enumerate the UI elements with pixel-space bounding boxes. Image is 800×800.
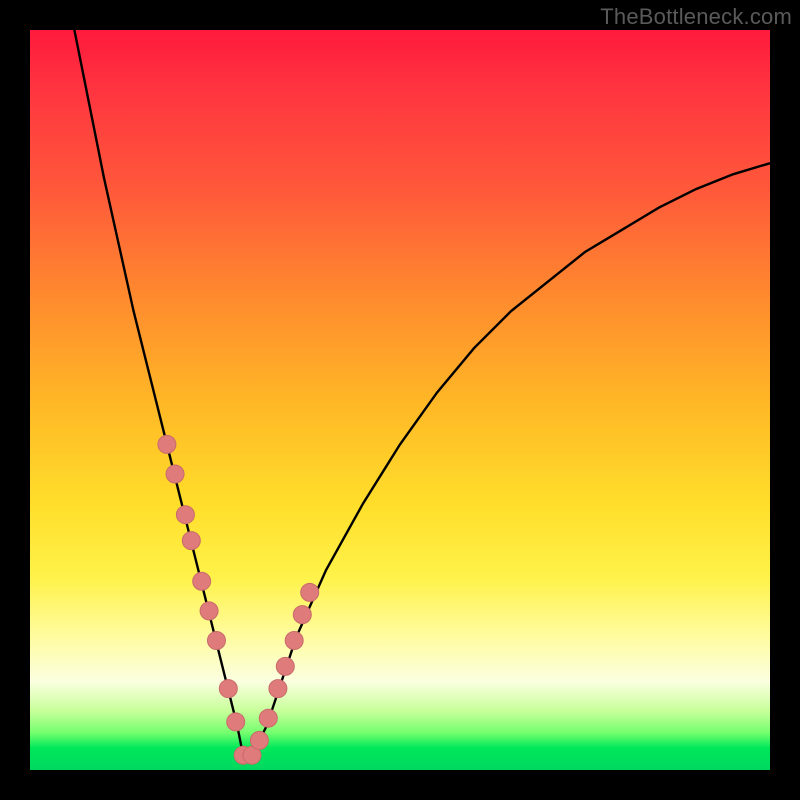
watermark-text: TheBottleneck.com [600, 4, 792, 30]
data-marker [227, 713, 245, 731]
data-marker [285, 632, 303, 650]
data-marker [293, 606, 311, 624]
data-marker [219, 680, 237, 698]
data-marker [200, 602, 218, 620]
data-marker [207, 632, 225, 650]
data-marker [259, 709, 277, 727]
plot-area [30, 30, 770, 770]
chart-frame: TheBottleneck.com [0, 0, 800, 800]
data-marker [269, 680, 287, 698]
data-marker [301, 583, 319, 601]
data-marker [250, 731, 268, 749]
data-marker [166, 465, 184, 483]
curve-markers [30, 30, 770, 770]
data-marker [193, 572, 211, 590]
data-marker [158, 435, 176, 453]
data-marker [176, 506, 194, 524]
data-marker [276, 657, 294, 675]
data-marker [182, 532, 200, 550]
